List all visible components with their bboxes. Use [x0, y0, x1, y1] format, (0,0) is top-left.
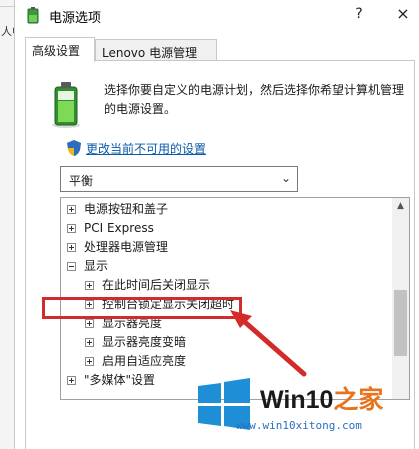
- tree-item-power-buttons-lid[interactable]: 电源按钮和盖子: [67, 200, 168, 219]
- tree-item-processor-power[interactable]: 处理器电源管理: [67, 238, 168, 257]
- chevron-down-icon: ⌄: [280, 171, 291, 185]
- brand-text: Win10之家: [260, 380, 383, 416]
- brand-zhijia: 之家: [333, 386, 384, 414]
- tree-item-display[interactable]: 显示: [67, 257, 108, 276]
- tree-item-turn-off-display-after[interactable]: 在此时间后关闭显示: [85, 276, 210, 295]
- highlight-annotation-box: [42, 297, 242, 319]
- expand-plus-icon[interactable]: [67, 205, 76, 214]
- expand-plus-icon[interactable]: [85, 338, 94, 347]
- close-button[interactable]: ×: [393, 4, 413, 24]
- scroll-up-arrow-icon[interactable]: ▲: [392, 198, 409, 215]
- scrollbar-thumb[interactable]: [394, 290, 407, 356]
- brand-win10: Win10: [260, 386, 334, 414]
- description-text: 选择你要自定义的电源计划，然后选择你希望计算机管理的电源设置。: [104, 83, 405, 116]
- tab-advanced-settings[interactable]: 高级设置: [25, 37, 95, 62]
- window-title: 电源选项: [49, 11, 102, 26]
- expand-plus-icon[interactable]: [85, 281, 94, 290]
- tab-lenovo-power-management[interactable]: Lenovo 电源管理: [95, 39, 217, 61]
- uac-shield-icon: [67, 140, 81, 156]
- power-plan-select[interactable]: 平衡 ⌄: [60, 166, 298, 192]
- tree-item-pci-express[interactable]: PCI Express: [67, 219, 154, 238]
- expand-plus-icon[interactable]: [67, 376, 76, 385]
- expand-plus-icon[interactable]: [85, 357, 94, 366]
- collapse-minus-icon[interactable]: [67, 262, 76, 271]
- expand-plus-icon[interactable]: [67, 243, 76, 252]
- tree-scrollbar[interactable]: ▲: [392, 198, 409, 399]
- change-unavailable-settings-link[interactable]: 更改当前不可用的设置: [86, 140, 206, 157]
- power-plan-value: 平衡: [69, 174, 94, 188]
- red-arrow-annotation: [230, 310, 307, 377]
- watermark-url: www.win10xitong.com: [236, 419, 362, 432]
- battery-icon: [52, 82, 80, 128]
- win10-watermark: Win10之家 www.win10xitong.com: [188, 372, 419, 449]
- expand-plus-icon[interactable]: [85, 319, 94, 328]
- title-bar[interactable]: 电源选项 ? ×: [15, 0, 419, 30]
- tree-item-multimedia-settings[interactable]: "多媒体"设置: [67, 371, 155, 390]
- tree-item-adaptive-brightness[interactable]: 启用自适应亮度: [85, 352, 186, 371]
- power-options-icon: [27, 7, 39, 24]
- help-button[interactable]: ?: [349, 4, 369, 24]
- expand-plus-icon[interactable]: [67, 224, 76, 233]
- tree-item-dimmed-display-brightness[interactable]: 显示器亮度变暗: [85, 333, 186, 352]
